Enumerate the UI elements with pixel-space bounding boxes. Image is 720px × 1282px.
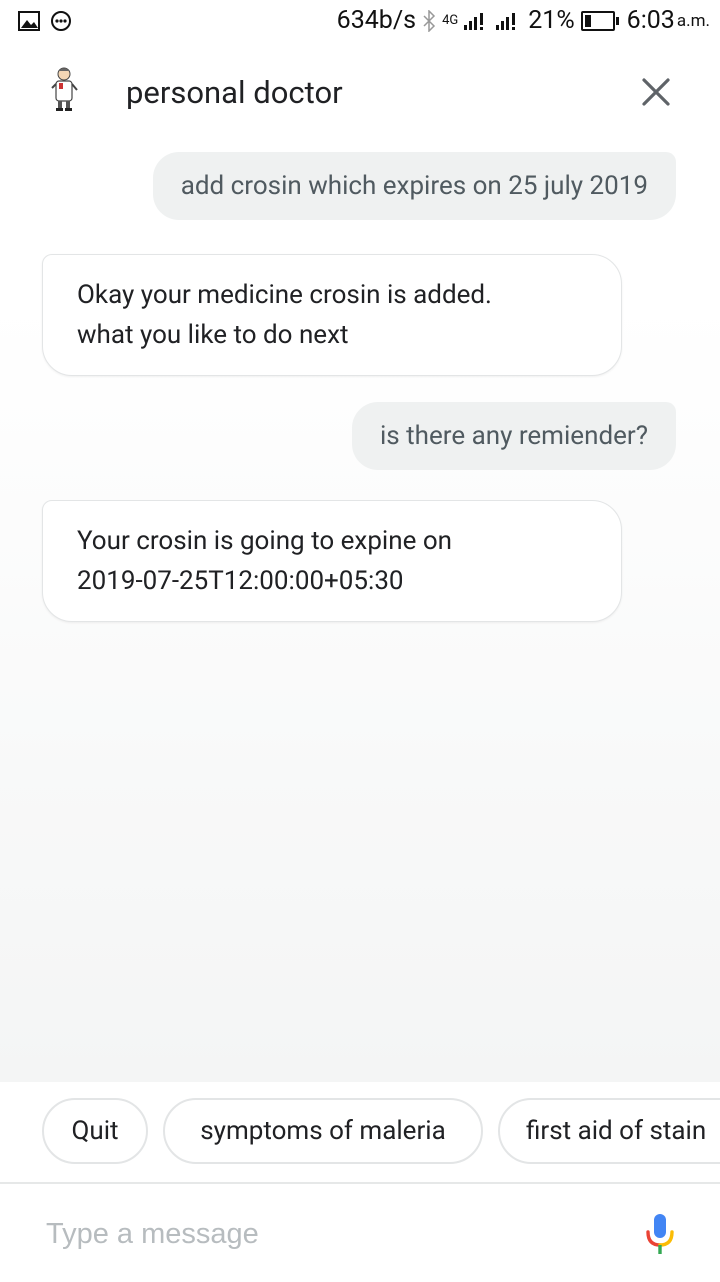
- microphone-icon[interactable]: [640, 1212, 680, 1258]
- status-bar: 634b/s 4G 21% 6:03 a.m.: [0, 0, 720, 44]
- suggestion-chip-first-aid[interactable]: first aid of stain: [498, 1098, 720, 1164]
- bot-message: Your crosin is going to expine on 2019-0…: [42, 500, 622, 622]
- suggestion-chips: Quit symptoms of maleria first aid of st…: [0, 1082, 720, 1182]
- clock-ampm: a.m.: [676, 10, 710, 31]
- message-line: Okay your medicine crosin is added.: [77, 280, 492, 310]
- network-type: 4G: [442, 13, 459, 28]
- message-line: what you like to do next: [77, 320, 349, 350]
- page-title: personal doctor: [126, 74, 343, 111]
- bot-message: Okay your medicine crosin is added. what…: [42, 254, 622, 376]
- app-header: personal doctor: [0, 44, 720, 142]
- gallery-notification-icon: [18, 11, 40, 31]
- message-input[interactable]: [44, 1208, 608, 1260]
- more-notification-icon: [51, 11, 71, 31]
- signal-icon-2: [496, 12, 516, 30]
- suggestion-chip-symptoms[interactable]: symptoms of maleria: [163, 1098, 483, 1164]
- battery-icon: [580, 10, 619, 31]
- message-line: Your crosin is going to expine on: [77, 526, 453, 556]
- network-speed: 634b/s: [336, 6, 417, 35]
- battery-percent: 21%: [528, 6, 575, 35]
- clock-time: 6:03: [626, 6, 675, 35]
- suggestion-chip-quit[interactable]: Quit: [42, 1098, 148, 1164]
- signal-icon-1: [464, 12, 484, 30]
- message-text: add crosin which expires on 25 july 2019: [180, 171, 648, 201]
- doctor-avatar-icon: [51, 67, 78, 111]
- bluetooth-icon: [423, 9, 436, 32]
- close-icon[interactable]: [636, 72, 676, 112]
- message-input-bar: [0, 1182, 720, 1282]
- message-line: 2019-07-25T12:00:00+05:30: [77, 566, 404, 596]
- message-text: is there any remiender?: [379, 421, 648, 451]
- user-message: is there any remiender?: [351, 402, 676, 470]
- user-message: add crosin which expires on 25 july 2019: [152, 152, 676, 220]
